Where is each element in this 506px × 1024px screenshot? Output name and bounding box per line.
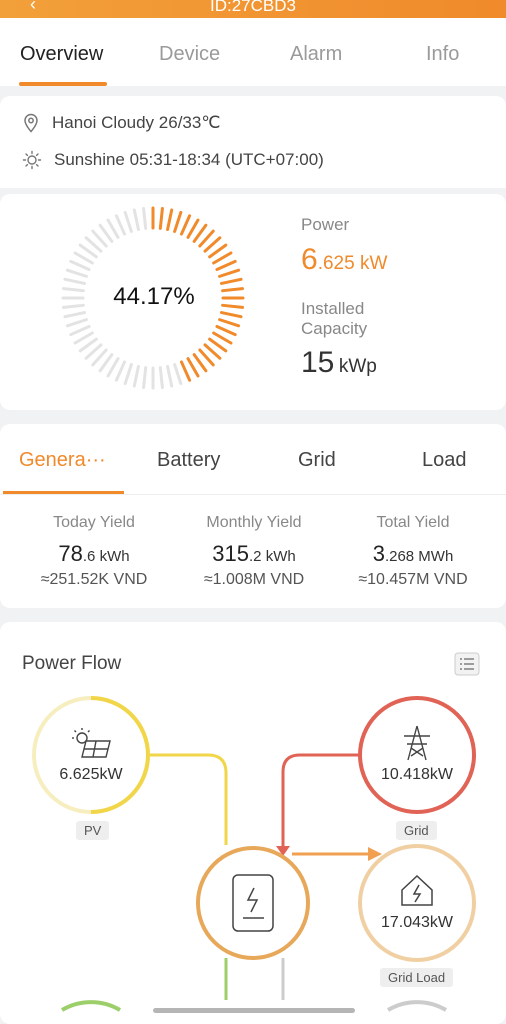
gauge-tick-active bbox=[212, 251, 233, 265]
tab-grid[interactable]: Grid bbox=[298, 449, 336, 472]
gauge-tick bbox=[65, 318, 88, 328]
gauge-tick-active bbox=[208, 243, 228, 259]
gauge-tick bbox=[106, 357, 120, 378]
tab-load[interactable]: Load bbox=[422, 449, 467, 472]
list-icon[interactable] bbox=[454, 652, 480, 676]
gauge-tick-active bbox=[166, 208, 174, 232]
tab-generation[interactable]: Genera··· bbox=[19, 449, 106, 472]
gauge-tick bbox=[106, 218, 120, 239]
sunshine-time: Sunshine 05:31-18:34 (UTC+07:00) bbox=[54, 150, 324, 169]
sun-icon bbox=[22, 150, 42, 170]
gauge-tick bbox=[63, 311, 87, 319]
capacity-value: 15 kWp bbox=[301, 346, 377, 379]
grid-value: 10.418kW bbox=[380, 766, 454, 783]
page-title: ID:27CBD3 bbox=[210, 0, 296, 15]
gauge-tick bbox=[123, 363, 133, 386]
tab-info[interactable]: Info bbox=[426, 43, 459, 66]
gauge-tick bbox=[158, 366, 164, 390]
weather-location: Hanoi Cloudy 26/33℃ bbox=[52, 113, 221, 132]
tab-battery[interactable]: Battery bbox=[157, 449, 220, 472]
gauge-tick bbox=[78, 337, 98, 353]
gauge-tick bbox=[132, 364, 140, 388]
power-label: Power bbox=[301, 215, 350, 234]
pv-tag: PV bbox=[76, 821, 110, 840]
tab-active-indicator bbox=[19, 82, 107, 86]
tab-alarm[interactable]: Alarm bbox=[290, 43, 342, 66]
gauge-tick-active bbox=[219, 311, 243, 319]
gauge-tick bbox=[132, 208, 140, 232]
gauge-tick bbox=[114, 360, 127, 382]
header-bar: ‹ ID:27CBD3 bbox=[0, 0, 506, 18]
gauge-tick bbox=[69, 259, 91, 272]
gauge-tick bbox=[142, 206, 148, 230]
gauge-tick-active bbox=[208, 337, 228, 353]
gauge-tick bbox=[73, 331, 94, 345]
gauge-tick bbox=[69, 324, 91, 337]
gauge-tick-active bbox=[218, 268, 241, 278]
total-yield: Total Yield 3.268 MWh ≈10.457M VND bbox=[358, 514, 468, 588]
gauge-tick bbox=[123, 210, 133, 233]
battery-node bbox=[60, 1000, 122, 1012]
power-flow-title: Power Flow bbox=[22, 653, 122, 674]
gauge-tick bbox=[98, 223, 114, 243]
gauge-tick bbox=[78, 243, 98, 259]
gauge-percent: 44.17% bbox=[113, 283, 195, 310]
gauge-tick bbox=[166, 364, 174, 388]
gauge-tick bbox=[73, 251, 94, 265]
gauge-tick-active bbox=[218, 318, 241, 328]
gauge-tick-active bbox=[179, 214, 192, 236]
gauge-tick-active bbox=[215, 324, 237, 337]
power-value: 6.625 kW bbox=[301, 243, 388, 276]
gauge-tick bbox=[98, 353, 114, 373]
weather-card: Hanoi Cloudy 26/33℃ Sunshine 05:31-18:34… bbox=[0, 96, 506, 188]
gauge-tick-active bbox=[192, 353, 208, 373]
divider bbox=[0, 494, 506, 495]
grid-load-tag: Grid Load bbox=[380, 968, 454, 987]
gauge-tick-active bbox=[158, 206, 164, 230]
pv-value: 6.625kW bbox=[59, 766, 123, 783]
load-node bbox=[386, 1000, 448, 1012]
gauge-tick-active bbox=[186, 218, 200, 239]
home-indicator[interactable] bbox=[153, 1008, 355, 1013]
gauge-tick-active bbox=[212, 331, 233, 345]
capacity-label: Installed Capacity bbox=[301, 299, 368, 338]
grid-load-value: 17.043kW bbox=[380, 914, 454, 931]
gauge-tick bbox=[114, 214, 127, 236]
gauge-tick-active bbox=[179, 360, 192, 382]
tab-device[interactable]: Device bbox=[159, 43, 220, 66]
location-row: Hanoi Cloudy 26/33℃ bbox=[22, 113, 220, 133]
gauge-tick bbox=[65, 268, 88, 278]
grid-tag: Grid bbox=[396, 821, 437, 840]
gauge-tick-active bbox=[192, 223, 208, 243]
gauge-tick bbox=[142, 366, 148, 390]
main-tabs: Overview Device Alarm Info bbox=[0, 18, 506, 86]
gauge-tick-active bbox=[173, 210, 183, 233]
tab-overview[interactable]: Overview bbox=[20, 43, 103, 66]
today-yield: Today Yield 78.6 kWh ≈251.52K VND bbox=[40, 514, 148, 588]
monthly-yield: Monthly Yield 315.2 kWh ≈1.008M VND bbox=[203, 514, 305, 588]
location-pin-icon bbox=[24, 113, 38, 133]
sunshine-row: Sunshine 05:31-18:34 (UTC+07:00) bbox=[22, 150, 324, 170]
gauge-tick-active bbox=[186, 357, 200, 378]
gauge-tick bbox=[173, 363, 183, 386]
gauge-tick-active bbox=[215, 259, 237, 272]
